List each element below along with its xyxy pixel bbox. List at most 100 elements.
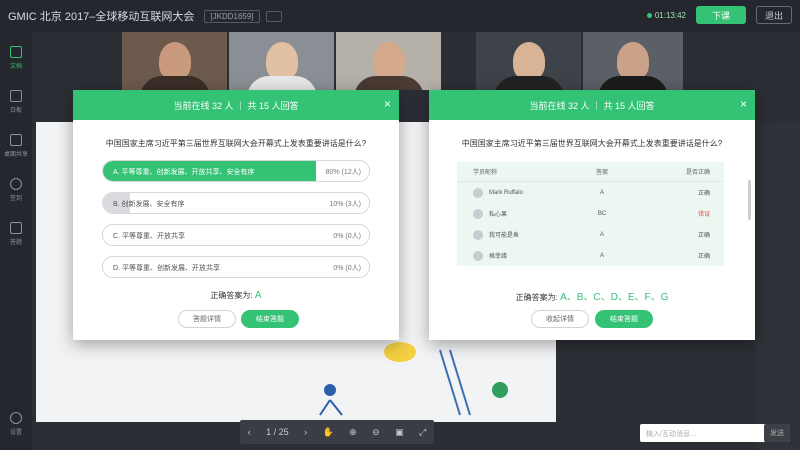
document-icon xyxy=(10,46,22,58)
collapse-details-button[interactable]: 收起详情 xyxy=(531,310,589,328)
question-text: 中国国家主席习近平第三届世界互联网大会开幕式上发表重要讲话是什么? xyxy=(105,139,367,148)
end-class-button[interactable]: 下课 xyxy=(696,6,746,24)
modal-header-text: 当前在线 32 人 ｜ 共 15 人回答 xyxy=(529,100,655,111)
live-dot-icon xyxy=(646,12,652,18)
rail-item-settings[interactable]: 设置 xyxy=(0,404,32,444)
answer-cell: BC xyxy=(597,210,607,217)
rail-label: 桌面共享 xyxy=(3,152,28,158)
room-badge-icon xyxy=(265,10,282,22)
zoom-in-icon[interactable]: ⊕ xyxy=(349,427,357,438)
table-header: 学员昵称 答案 是否正确 xyxy=(457,162,724,182)
participant-body xyxy=(139,76,210,90)
table-scrollbar[interactable] xyxy=(748,180,751,220)
result-cell: 正确 xyxy=(697,233,710,239)
result-cell: 正确 xyxy=(697,191,710,197)
correct-answer-value: A xyxy=(254,290,262,301)
correct-answer-line: 正确答案为: A、B、C、D、E、F、G xyxy=(429,288,755,303)
participant-body xyxy=(246,76,317,90)
illustration-graphic xyxy=(319,342,508,416)
video-tile[interactable] xyxy=(336,32,441,90)
prev-page-icon[interactable]: ‹ xyxy=(248,427,251,437)
avatar xyxy=(473,229,483,240)
participant-face xyxy=(512,42,545,80)
live-timer: 01:13:42 xyxy=(646,11,686,20)
rail-label: 白板 xyxy=(9,108,22,114)
option-bar: B. 创新发展、安全有序 10% (3人) xyxy=(102,192,370,214)
participant-body xyxy=(493,76,564,90)
hand-tool-icon[interactable]: ✋ xyxy=(323,427,334,438)
close-icon[interactable]: × xyxy=(740,98,747,110)
rail-label: 签到 xyxy=(9,196,22,202)
option-label: A. 平等尊重、创新发展、开放共享、安全有序 xyxy=(113,169,255,176)
student-cell: 格菲缘 xyxy=(457,250,567,261)
video-tile[interactable] xyxy=(229,32,334,90)
end-quiz-button[interactable]: 结束答题 xyxy=(595,310,653,328)
table-row: 私心果 BC 错误 xyxy=(457,203,724,224)
student-name: 格菲缘 xyxy=(489,254,508,260)
modal-header: 当前在线 32 人 ｜ 共 15 人回答 × xyxy=(429,90,755,120)
column-header: 学员昵称 xyxy=(473,170,498,176)
close-icon[interactable]: × xyxy=(384,98,391,110)
rail-item-signin[interactable]: 签到 xyxy=(0,170,32,210)
quiz-details-modal: 当前在线 32 人 ｜ 共 15 人回答 × 中国国家主席习近平第三届世界互联网… xyxy=(429,90,755,340)
rail-item-screen-share[interactable]: 桌面共享 xyxy=(0,126,32,166)
send-button[interactable]: 发送 xyxy=(764,424,790,442)
video-tile[interactable] xyxy=(122,32,227,90)
participant-face xyxy=(158,42,191,80)
answer-details-button[interactable]: 答题详情 xyxy=(178,310,236,328)
option-bar: A. 平等尊重、创新发展、开放共享、安全有序 80% (12人) xyxy=(102,160,370,182)
room-id: [JKDD1659] xyxy=(204,9,260,23)
rail-item-whiteboard[interactable]: 白板 xyxy=(0,82,32,122)
settings-icon xyxy=(10,412,22,424)
answers-table: 学员昵称 答案 是否正确 Mark Ruffalo A 正确 私心果 BC 错误… xyxy=(457,162,724,266)
correct-answer-line: 正确答案为: A xyxy=(73,290,399,301)
end-quiz-button[interactable]: 结束答题 xyxy=(241,310,299,328)
result-cell: 错误 xyxy=(697,212,710,218)
student-cell: 我可能是鱼 xyxy=(457,229,567,240)
table-row: 格菲缘 A 正确 xyxy=(457,245,724,266)
doc-toolbar: ‹ 1 / 25 › ✋ ⊕ ⊖ ▣ ⤢ xyxy=(240,420,434,444)
fullscreen-icon[interactable]: ⤢ xyxy=(419,427,426,438)
video-tile[interactable] xyxy=(583,32,683,90)
option-label: D. 平等尊重、创新发展、开放共享 xyxy=(113,265,220,272)
video-tile[interactable] xyxy=(476,32,581,90)
top-bar: GMIC 北京 2017–全球移动互联网大会 [JKDD1659] 01:13:… xyxy=(0,0,800,32)
modal-header: 当前在线 32 人 ｜ 共 15 人回答 × xyxy=(73,90,399,120)
exit-button[interactable]: 退出 xyxy=(756,6,792,24)
option-bar: D. 平等尊重、创新发展、开放共享 0% (0人) xyxy=(102,256,370,278)
option-stat: 0% (0人) xyxy=(333,265,361,272)
avatar xyxy=(473,208,483,219)
question-text: 中国国家主席习近平第三届世界互联网大会开幕式上发表重要讲话是什么? xyxy=(461,139,723,148)
next-page-icon[interactable]: › xyxy=(304,427,307,437)
modal-header-text: 当前在线 32 人 ｜ 共 15 人回答 xyxy=(173,100,299,111)
option-bar: C. 平等尊重、开放共享 0% (0人) xyxy=(102,224,370,246)
correct-answer-value: A、B、C、D、E、F、G xyxy=(560,292,669,303)
quiz-result-modal: 当前在线 32 人 ｜ 共 15 人回答 × 中国国家主席习近平第三届世界互联网… xyxy=(73,90,399,340)
table-row: Mark Ruffalo A 正确 xyxy=(457,182,724,203)
video-strip xyxy=(122,32,441,90)
participant-body xyxy=(353,76,424,90)
whiteboard-icon xyxy=(10,90,22,102)
answer-cell: A xyxy=(599,231,604,238)
student-name: 私心果 xyxy=(489,212,508,218)
answer-cell: A xyxy=(599,189,604,196)
rail-item-quiz[interactable]: 答题 xyxy=(0,214,32,254)
right-panel xyxy=(756,122,800,450)
result-cell: 正确 xyxy=(697,254,710,260)
rail-label: 设置 xyxy=(9,430,22,436)
student-name: 我可能是鱼 xyxy=(489,233,520,239)
student-cell: 私心果 xyxy=(457,208,567,219)
topbar-controls: 01:13:42 下课 退出 xyxy=(646,6,792,24)
correct-answer-label: 正确答案为: xyxy=(210,291,253,300)
column-header: 是否正确 xyxy=(685,170,710,176)
rail-item-document[interactable]: 文档 xyxy=(0,38,32,78)
option-stat: 80% (12人) xyxy=(325,169,361,176)
fit-icon[interactable]: ▣ xyxy=(395,427,404,438)
zoom-out-icon[interactable]: ⊖ xyxy=(372,427,380,438)
participant-face xyxy=(372,42,405,80)
video-strip-right xyxy=(476,32,683,90)
signin-icon xyxy=(10,178,22,190)
option-stat: 0% (0人) xyxy=(333,233,361,240)
slide-illustration xyxy=(300,340,540,420)
left-rail: 文档 白板 桌面共享 签到 答题 设置 xyxy=(0,32,32,450)
